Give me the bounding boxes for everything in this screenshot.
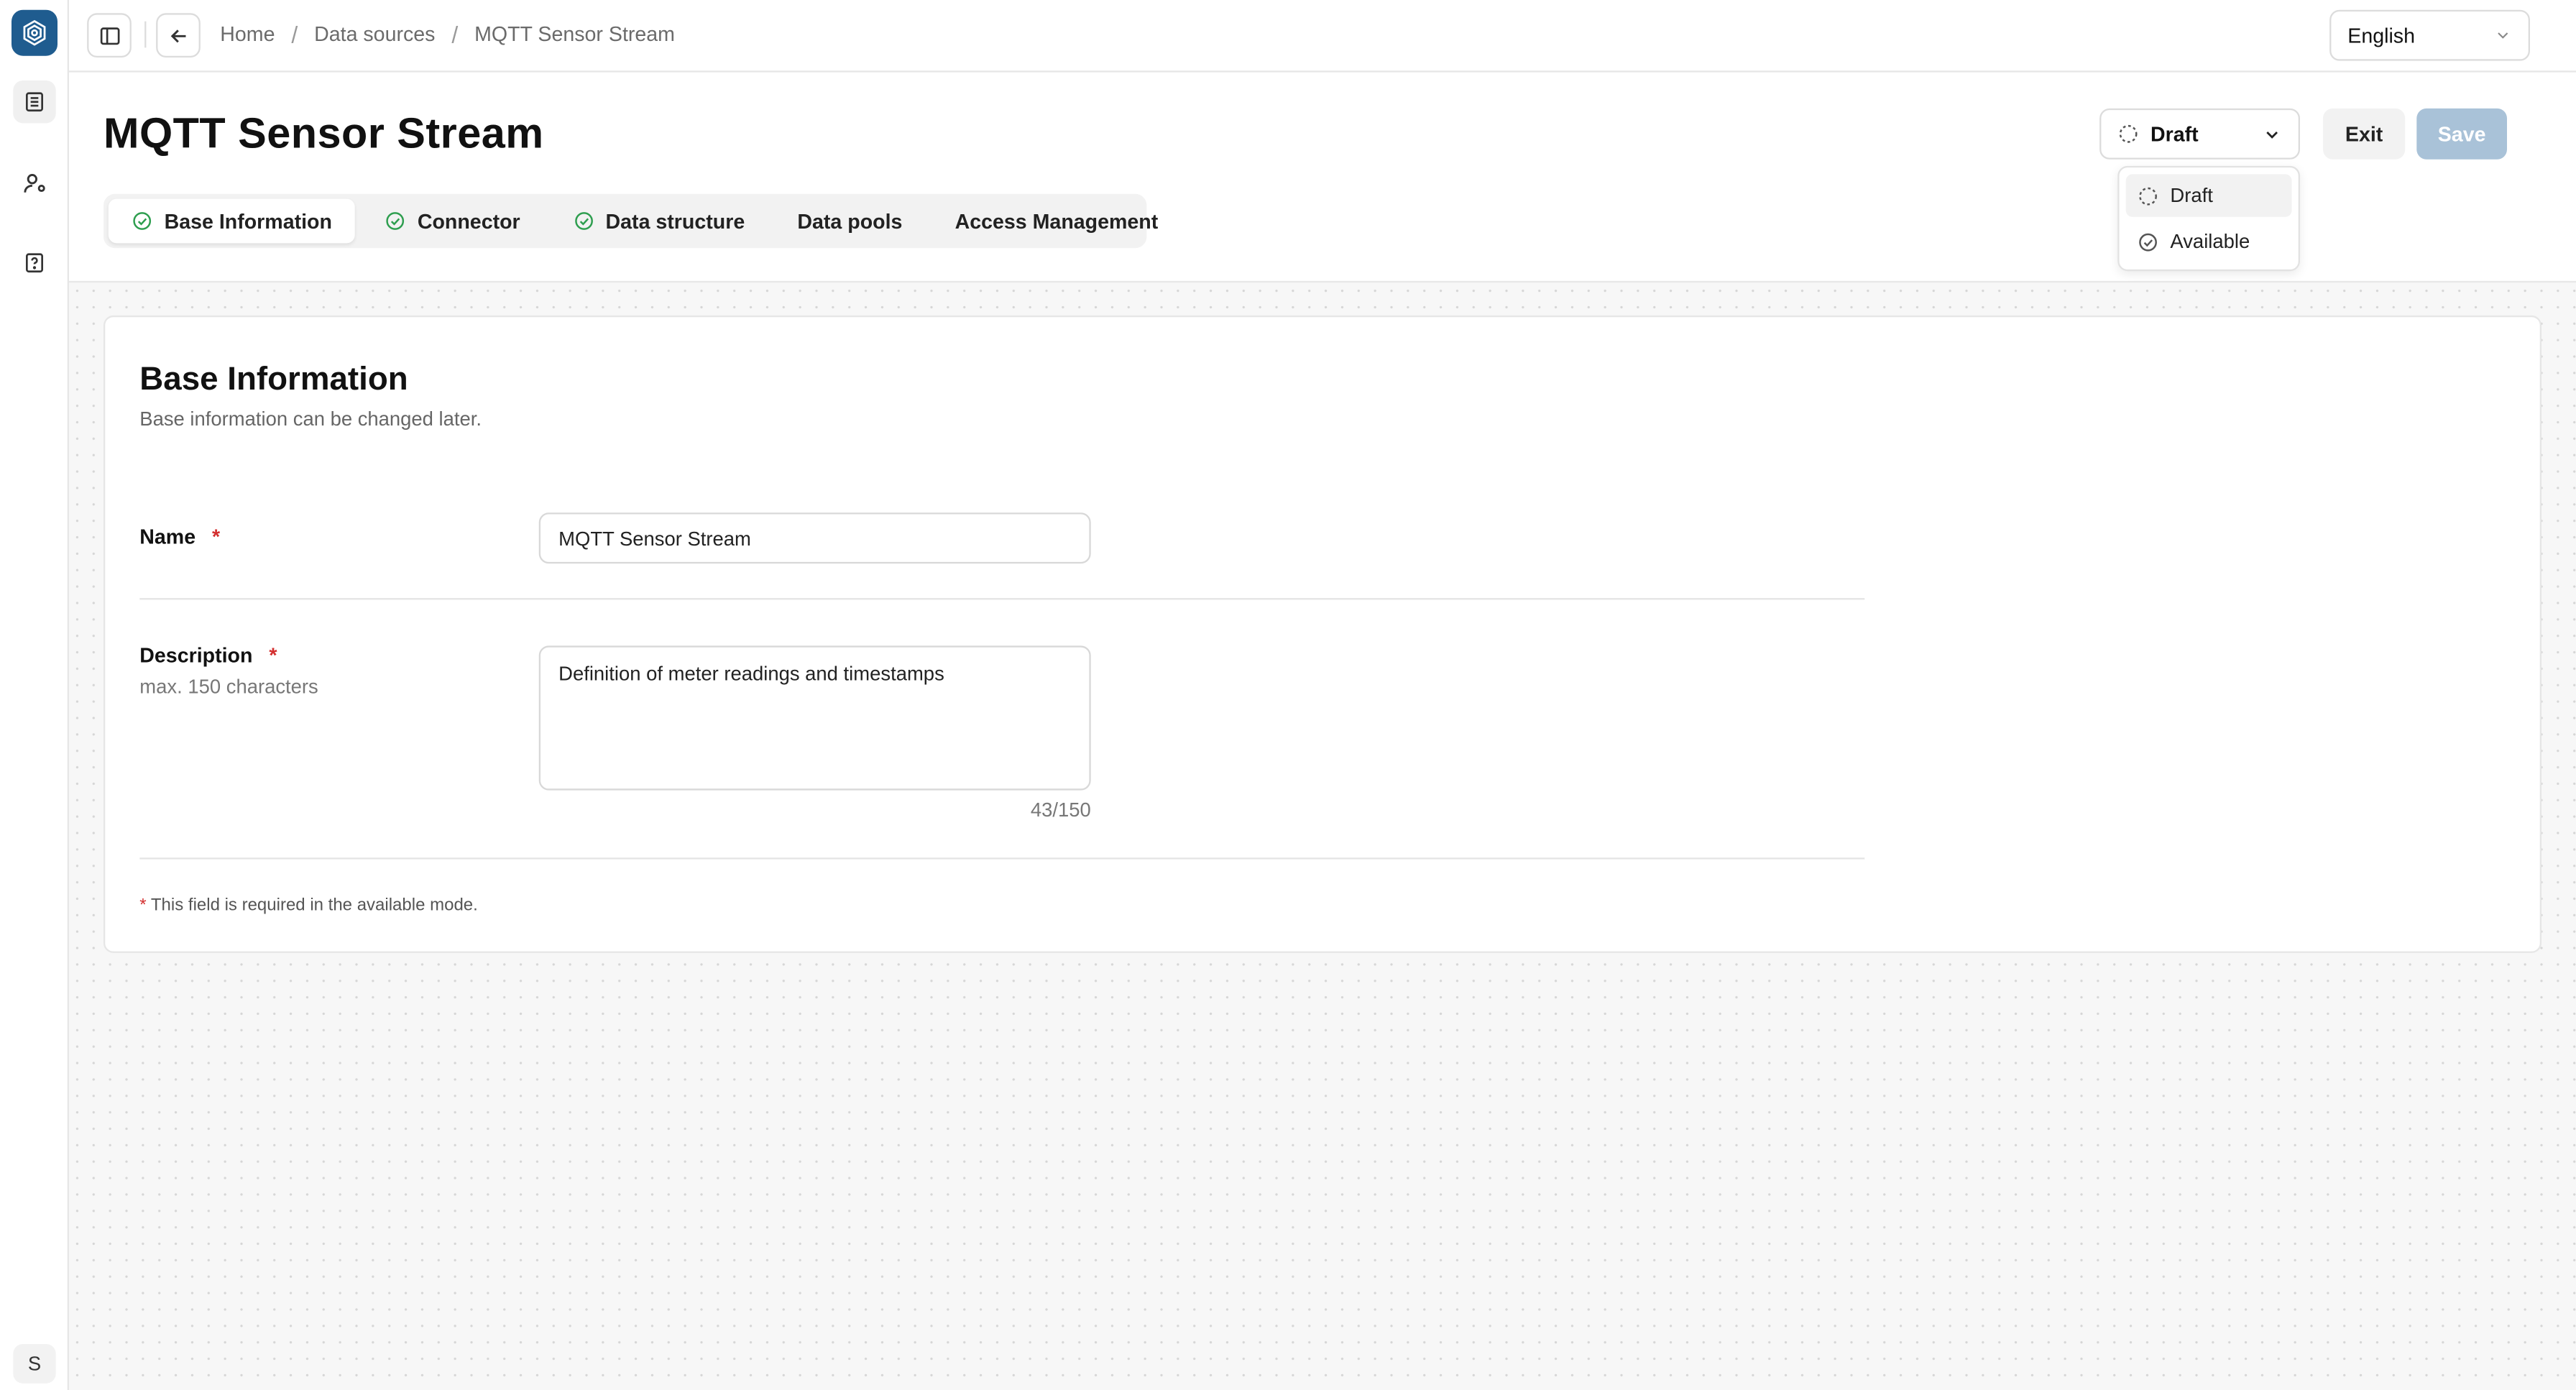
footnote-text: This field is required in the available … [150,895,478,916]
chevron-down-icon [2266,130,2278,138]
check-circle-icon [2139,232,2157,251]
page-title: MQTT Sensor Stream [103,108,544,158]
breadcrumb-separator: / [451,21,459,48]
check-circle-icon [133,212,152,230]
dashed-circle-icon [2139,186,2157,205]
tab-data-pools[interactable]: Data pools [774,199,925,244]
divider [139,857,1865,860]
user-avatar[interactable]: S [13,1343,56,1384]
name-input-value: MQTT Sensor Stream [558,526,751,550]
status-option-label: Draft [2170,184,2213,208]
check-circle-icon [386,212,405,230]
breadcrumb-current: MQTT Sensor Stream [474,23,675,47]
top-bar: Home / Data sources / MQTT Sensor Stream… [68,0,2576,73]
tab-base-information[interactable]: Base Information [108,198,355,244]
section-tabs: Base Information Connector Data structur… [103,193,1158,249]
tab-label: Data pools [797,209,903,233]
description-label: Description * [139,644,277,667]
tab-label: Base Information [164,209,332,233]
section-title: Base Information [139,361,408,398]
status-dropdown-menu: Draft Available [2117,165,2300,272]
section-subtitle: Base information can be changed later. [139,407,482,431]
divider [139,598,1865,600]
status-select-value: Draft [2150,122,2199,146]
exit-button[interactable]: Exit [2322,108,2406,160]
sidebar-panel-icon [99,27,119,45]
tab-label: Data structure [605,209,745,233]
help-document-icon [25,253,43,273]
description-textarea[interactable]: Definition of meter readings and timesta… [538,645,1091,791]
tab-data-structure[interactable]: Data structure [550,199,768,244]
breadcrumb-data-sources[interactable]: Data sources [314,23,435,46]
description-label-text: Description [139,644,253,668]
tab-label: Access Management [954,209,1159,233]
language-select[interactable]: English [2329,9,2530,61]
breadcrumb-separator: / [291,21,298,48]
required-mark: * [211,525,221,549]
character-counter: 43/150 [1030,798,1091,822]
name-label-text: Name [139,525,196,549]
required-mark: * [269,644,277,668]
footnote-mark: * [139,895,147,916]
status-option-draft[interactable]: Draft [2125,174,2292,217]
base-information-card: Base Information Base information can be… [103,315,2542,953]
back-button[interactable] [156,13,201,58]
dashed-circle-icon [2119,124,2138,143]
check-circle-icon [574,212,593,230]
rail-item-help[interactable] [13,241,55,284]
arrow-left-icon [170,29,185,42]
description-hint: max. 150 characters [139,675,318,699]
document-list-icon [25,92,43,112]
chevron-down-icon [2498,32,2508,39]
breadcrumb-home[interactable]: Home [220,23,275,46]
user-settings-icon [23,172,45,192]
app-logo[interactable] [11,9,58,56]
toggle-sidebar-button[interactable] [87,13,132,58]
description-value: Definition of meter readings and timesta… [558,662,944,686]
language-value: English [2347,24,2415,47]
rail-item-users[interactable] [13,161,55,203]
tab-label: Connector [417,209,520,233]
tab-connector[interactable]: Connector [362,199,543,244]
required-footnote: * This field is required in the availabl… [139,896,478,915]
status-option-label: Available [2170,230,2250,254]
save-button[interactable]: Save [2416,108,2507,160]
avatar-initial: S [27,1352,42,1376]
breadcrumb: Home / Data sources / MQTT Sensor Stream [220,22,675,48]
left-rail: S [0,0,69,1390]
toolbar-divider [144,21,147,48]
name-label: Name * [139,526,220,549]
tab-access-management[interactable]: Access Management [932,199,1182,244]
status-option-available[interactable]: Available [2126,220,2292,262]
hexagon-gear-icon [23,19,46,46]
status-select[interactable]: Draft [2099,108,2300,160]
name-input[interactable]: MQTT Sensor Stream [538,512,1091,564]
rail-item-data-sources[interactable] [13,80,56,124]
